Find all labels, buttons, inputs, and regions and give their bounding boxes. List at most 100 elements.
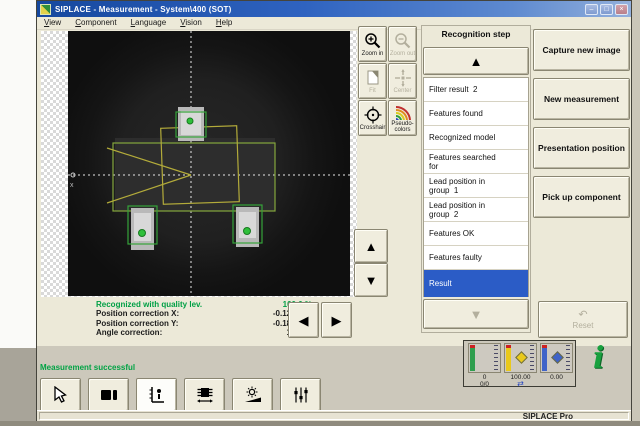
step-up-button[interactable]: ▲ (423, 47, 529, 75)
illumination-icon (243, 386, 263, 404)
center-button: Center (388, 63, 417, 99)
result-row: Position correction X: -0.121 mm (96, 309, 312, 318)
status-bar: SIPLACE Pro (37, 410, 631, 421)
list-item-lead-position-group-1[interactable]: Lead position in group 1 (424, 174, 528, 198)
previous-step-button[interactable]: ◀ (288, 302, 319, 338)
list-scroll-up-button[interactable]: ▲ (354, 229, 388, 263)
list-item-features-ok[interactable]: Features OK (424, 222, 528, 246)
camera-view[interactable]: x (68, 31, 350, 296)
desktop-background (0, 348, 36, 426)
vision-overlay: x (68, 31, 350, 296)
info-icon[interactable]: i (593, 341, 604, 376)
gauge-scale (494, 345, 498, 371)
measurement-status: Measurement successful (40, 363, 135, 372)
yellow-gauge (504, 343, 537, 373)
down-arrow-icon: ▼ (470, 308, 483, 321)
gauge-scale (566, 345, 570, 371)
window-title: SIPLACE - Measurement - System\400 (SOT) (55, 5, 232, 14)
axis-label: x (70, 182, 74, 189)
illumination-tool-button[interactable] (232, 378, 273, 412)
crosshair-button[interactable]: Crosshair (358, 100, 387, 136)
menu-language[interactable]: Language (124, 17, 174, 29)
menu-view[interactable]: View (37, 17, 68, 29)
zoom-in-button[interactable]: Zoom in (358, 26, 387, 62)
fit-icon (364, 69, 382, 87)
lead-top-center (187, 118, 193, 124)
list-item-features-faulty[interactable]: Features faulty (424, 246, 528, 270)
component-tool-button[interactable] (88, 378, 129, 412)
up-arrow-icon: ▲ (470, 55, 483, 68)
lead-bottom-left-center (139, 230, 146, 237)
vision-gauges: 0 100.00 0.00 0/0 ⇄ (463, 340, 576, 387)
measure-icon (147, 386, 167, 404)
zoom-in-icon (364, 32, 382, 50)
quality-line: Recognized with quality lev. 100.0 % (96, 300, 312, 309)
down-arrow-icon: ▼ (365, 274, 378, 287)
reset-arrow-icon: ↶ (578, 310, 587, 321)
recognition-step-list: Filter result 2 Features found Recognize… (423, 77, 529, 297)
right-arrow-icon: ▶ (332, 314, 342, 327)
close-button[interactable]: × (615, 4, 628, 15)
result-row: Position correction Y: -0.188 mm (96, 319, 312, 328)
measure-tool-button[interactable] (136, 378, 177, 412)
menu-component[interactable]: Component (68, 17, 123, 29)
component-leads-icon (195, 386, 215, 404)
capture-new-image-button[interactable]: Capture new image (533, 29, 630, 71)
center-icon (394, 69, 412, 87)
recognition-panel: Recognition step ▲ Filter result 2 Featu… (421, 25, 531, 333)
recognition-header: Recognition step (422, 29, 530, 39)
zoom-out-button: Zoom out (388, 26, 417, 62)
minimize-button[interactable]: – (585, 4, 598, 15)
pointer-icon (51, 386, 71, 404)
menu-help[interactable]: Help (209, 17, 239, 29)
list-item-recognized-model[interactable]: Recognized model (424, 126, 528, 150)
zoom-out-icon (394, 32, 412, 50)
up-arrow-icon: ▲ (365, 240, 378, 253)
green-gauge-sub: 0/0 (468, 381, 501, 388)
presentation-position-button[interactable]: Presentation position (533, 127, 630, 169)
yellow-bar (506, 345, 511, 371)
app-window: SIPLACE - Measurement - System\400 (SOT)… (36, 0, 632, 421)
list-item-lead-position-group-2[interactable]: Lead position in group 2 (424, 198, 528, 222)
blue-bar (542, 345, 547, 371)
select-tool-button[interactable] (40, 378, 81, 412)
image-canvas-background: x (41, 31, 357, 297)
left-arrow-icon: ◀ (299, 314, 309, 327)
gauge-scale (530, 345, 534, 371)
lead-bottom-right-center (244, 228, 251, 235)
list-item-filter-result-2[interactable]: Filter result 2 (424, 78, 528, 102)
blue-diamond-icon (551, 351, 564, 364)
new-measurement-button[interactable]: New measurement (533, 78, 630, 120)
list-item-features-found[interactable]: Features found (424, 102, 528, 126)
green-bar (470, 345, 475, 371)
status-bar-text: SIPLACE Pro (523, 412, 573, 421)
green-gauge-value: 0 (468, 374, 501, 381)
transfer-arrows-icon: ⇄ (504, 381, 537, 387)
pseudo-colors-button[interactable]: Pseudo- colors (388, 100, 417, 136)
result-row: Angle correction: 1.348 ° (96, 328, 312, 337)
pick-up-component-button[interactable]: Pick up component (533, 176, 630, 218)
next-step-button[interactable]: ▶ (321, 302, 352, 338)
yellow-diamond-icon (515, 351, 528, 364)
menu-vision[interactable]: Vision (173, 17, 209, 29)
adjust-tool-button[interactable] (280, 378, 321, 412)
list-item-result-selected[interactable]: Result (424, 270, 528, 297)
component-leads-tool-button[interactable] (184, 378, 225, 412)
desktop-background (632, 0, 640, 426)
restore-button[interactable]: □ (600, 4, 613, 15)
list-item-features-searched-for[interactable]: Features searched for (424, 150, 528, 174)
sliders-icon (291, 386, 311, 404)
desktop-background (0, 0, 36, 348)
pseudo-colors-icon (393, 104, 413, 120)
app-icon (40, 4, 51, 15)
step-down-button: ▼ (423, 299, 529, 329)
fit-button: Fit (358, 63, 387, 99)
reset-button: ↶ Reset (538, 301, 628, 338)
blue-gauge (540, 343, 573, 373)
measurement-results: Recognized with quality lev. 100.0 % Pos… (96, 300, 312, 338)
green-gauge (468, 343, 501, 373)
title-bar[interactable]: SIPLACE - Measurement - System\400 (SOT)… (37, 1, 631, 17)
list-scroll-down-button[interactable]: ▼ (354, 263, 388, 297)
taskbar-edge (0, 421, 640, 426)
blue-gauge-value: 0.00 (540, 374, 573, 381)
